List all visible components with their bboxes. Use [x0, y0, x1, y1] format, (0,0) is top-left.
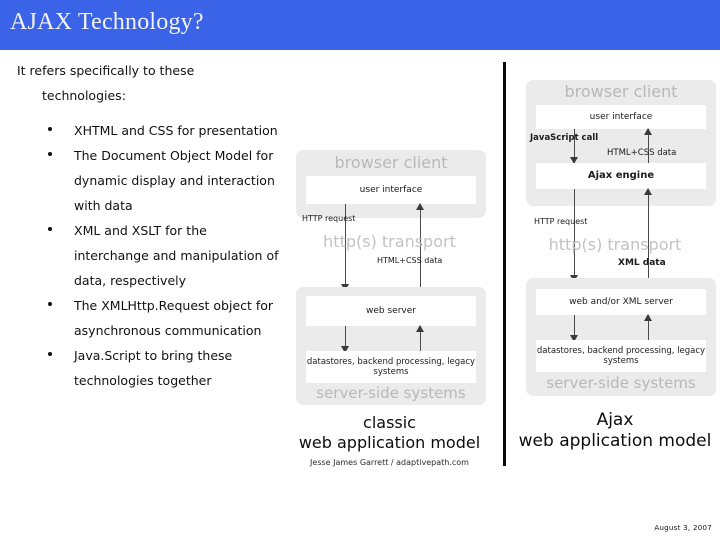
- ajax-engine-box: Ajax engine: [536, 163, 706, 189]
- technology-bullet-list: XHTML and CSS for presentation The Docum…: [0, 118, 280, 393]
- classic-model-title-line2: web application model: [298, 433, 481, 452]
- classic-user-interface-box: user interface: [306, 176, 476, 204]
- bullet-dot-icon: [48, 302, 52, 306]
- list-item-label: The XMLHttp.Request object for asynchron…: [74, 298, 274, 338]
- list-item-label: XHTML and CSS for presentation: [74, 123, 278, 138]
- ajax-web-application-model-diagram: browser client user interface JavaScript…: [510, 78, 720, 458]
- lead-paragraph: It refers specifically to these technolo…: [0, 58, 280, 108]
- ajax-datastore-box: datastores, backend processing, legacy s…: [536, 340, 706, 372]
- page-title: AJAX Technology?: [10, 9, 204, 35]
- content-text-column: It refers specifically to these technolo…: [0, 58, 280, 528]
- ajax-xml-data-label: XML data: [618, 258, 666, 268]
- list-item: XML and XSLT for the interchange and man…: [0, 218, 280, 293]
- bullet-dot-icon: [48, 127, 52, 131]
- list-item: Java.Script to bring these technologies …: [0, 343, 280, 393]
- ajax-web-server-box: web and/or XML server: [536, 289, 706, 315]
- ajax-http-request-label: HTTP request: [534, 217, 588, 226]
- ajax-server-side-label: server-side systems: [546, 374, 696, 392]
- ajax-transport-label: http(s) transport: [548, 235, 682, 254]
- ajax-browser-client-label: browser client: [564, 82, 678, 101]
- list-item: XHTML and CSS for presentation: [0, 118, 280, 143]
- classic-web-application-model-diagram: browser client user interface HTTP reque…: [282, 148, 497, 478]
- classic-model-title-line1: classic: [363, 413, 416, 432]
- bullet-dot-icon: [48, 227, 52, 231]
- list-item-label: XML and XSLT for the interchange and man…: [74, 223, 279, 288]
- diagram-divider: [503, 62, 506, 466]
- list-item: The Document Object Model for dynamic di…: [0, 143, 280, 218]
- list-item-label: Java.Script to bring these technologies …: [74, 348, 233, 388]
- date-stamp: August 3, 2007: [654, 524, 712, 532]
- list-item-label: The Document Object Model for dynamic di…: [74, 148, 275, 213]
- lead-line-2: technologies:: [42, 88, 126, 103]
- ajax-user-interface-box: user interface: [536, 105, 706, 129]
- bullet-dot-icon: [48, 352, 52, 356]
- slide-title-bar: AJAX Technology?: [0, 0, 720, 50]
- ajax-model-title-line2: web application model: [518, 431, 712, 451]
- classic-datastore-box: datastores, backend processing, legacy s…: [306, 351, 476, 383]
- lead-line-1: It refers specifically to these: [17, 63, 195, 78]
- ajax-html-css-data-label: HTML+CSS data: [607, 148, 677, 158]
- bullet-dot-icon: [48, 152, 52, 156]
- classic-server-side-label: server-side systems: [316, 384, 466, 402]
- ajax-model-title-line1: Ajax: [596, 410, 634, 430]
- classic-browser-client-label: browser client: [334, 153, 448, 172]
- ajax-javascript-call-label: JavaScript call: [530, 133, 599, 143]
- classic-html-css-data-label: HTML+CSS data: [377, 256, 443, 265]
- classic-http-request-label: HTTP request: [302, 214, 356, 223]
- classic-transport-label: http(s) transport: [323, 232, 456, 251]
- classic-model-credit: Jesse James Garrett / adaptivepath.com: [310, 458, 469, 467]
- list-item: The XMLHttp.Request object for asynchron…: [0, 293, 280, 343]
- classic-web-server-box: web server: [306, 296, 476, 326]
